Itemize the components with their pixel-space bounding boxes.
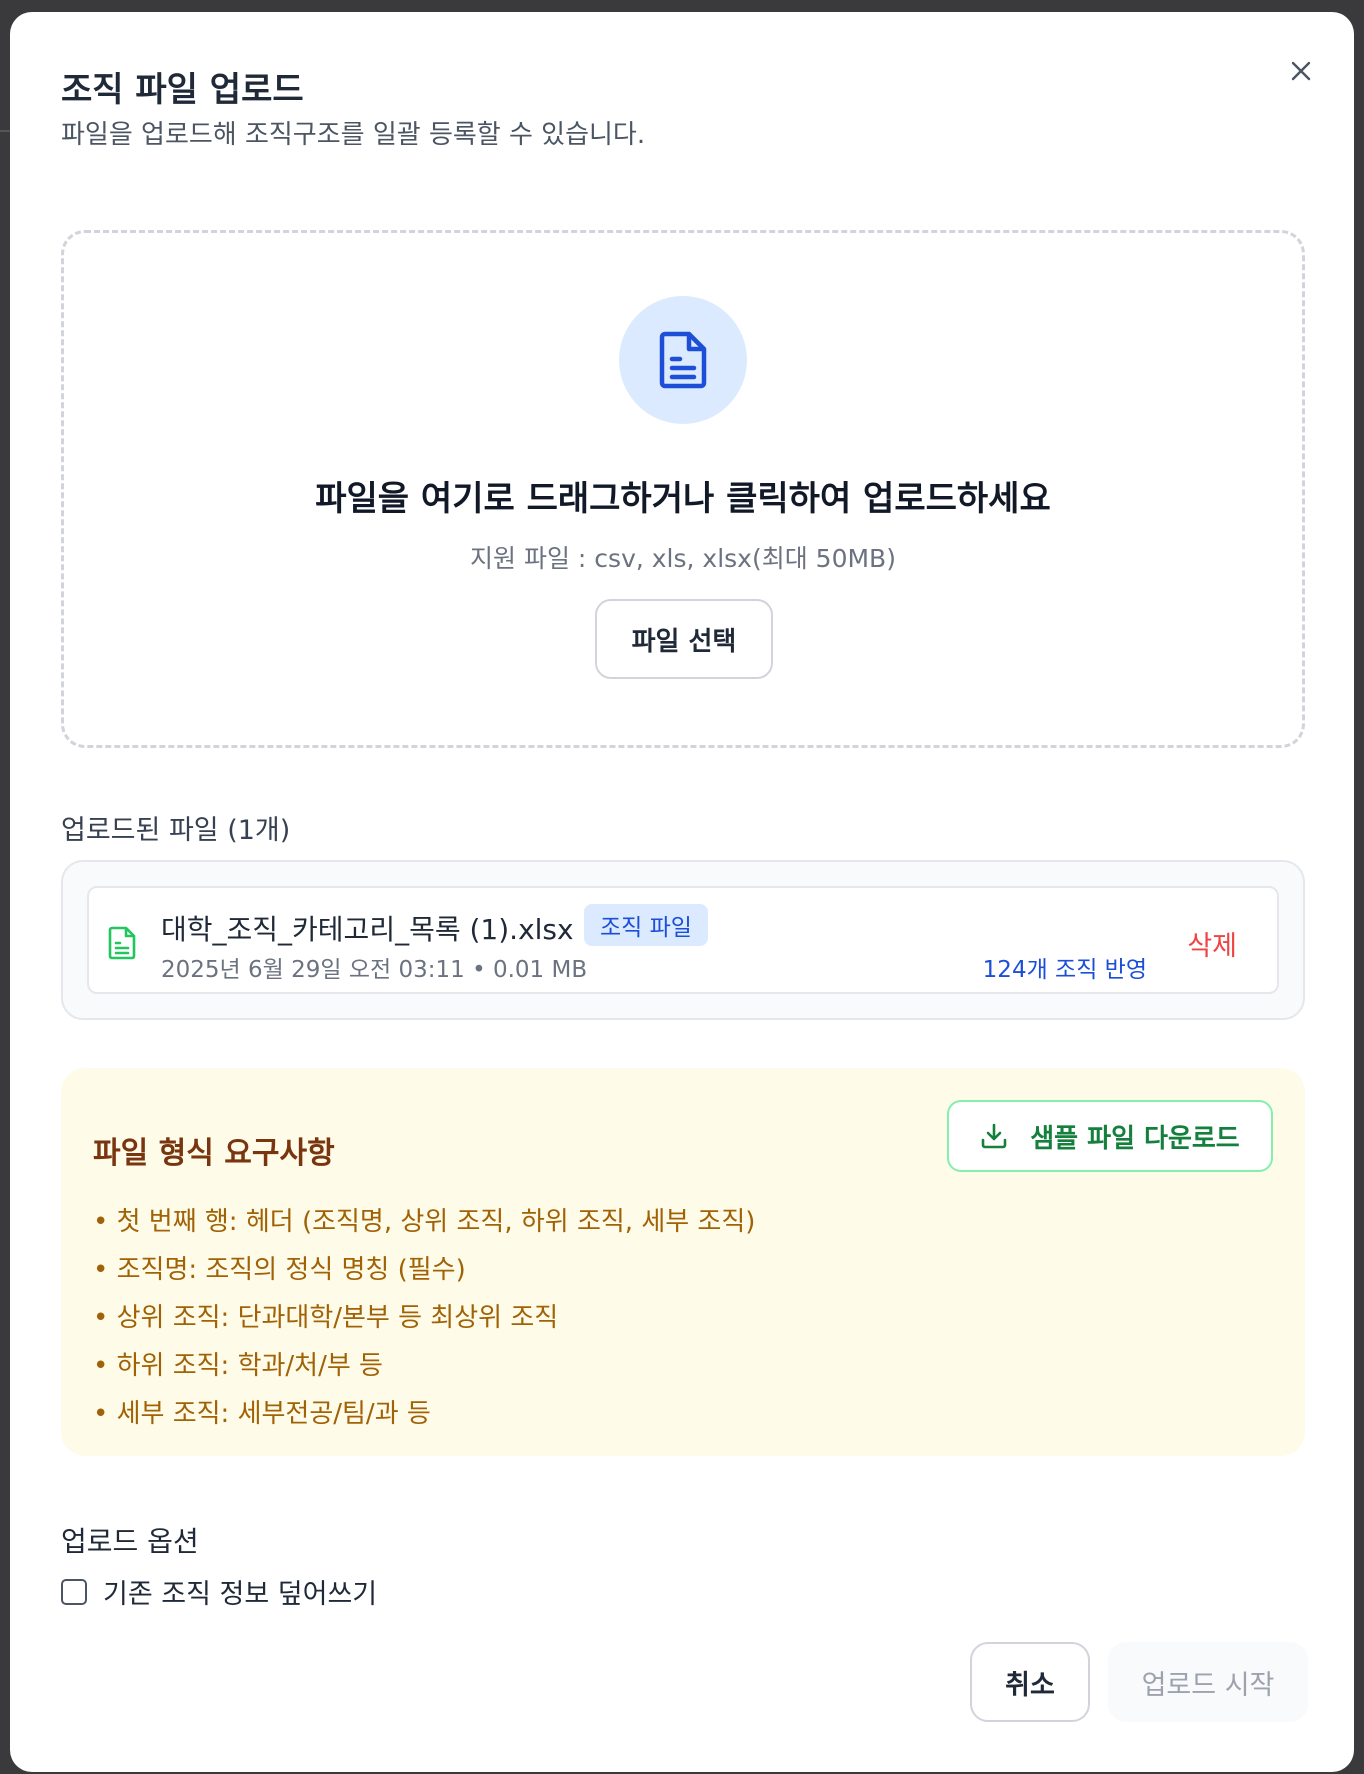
close-button[interactable] (1286, 56, 1316, 86)
delete-file-button[interactable]: 삭제 (1187, 924, 1237, 963)
requirements-title: 파일 형식 요구사항 (93, 1136, 335, 1171)
upload-options-heading: 업로드 옵션 (61, 1525, 199, 1558)
spreadsheet-file-icon (108, 926, 136, 960)
download-icon (981, 1123, 1007, 1149)
download-sample-button[interactable]: 샘플 파일 다운로드 (947, 1100, 1273, 1172)
requirement-item: • 조직명: 조직의 정식 명칭 (필수) (93, 1255, 466, 1285)
close-icon (1291, 61, 1311, 81)
requirement-item: • 상위 조직: 단과대학/본부 등 최상위 조직 (93, 1303, 559, 1333)
document-icon-badge (619, 296, 747, 424)
file-type-badge: 조직 파일 (584, 904, 708, 946)
requirement-item: • 첫 번째 행: 헤더 (조직명, 상위 조직, 하위 조직, 세부 조직) (93, 1207, 756, 1237)
cancel-button[interactable]: 취소 (970, 1642, 1090, 1722)
requirements-list: • 첫 번째 행: 헤더 (조직명, 상위 조직, 하위 조직, 세부 조직) … (93, 1198, 755, 1438)
uploaded-file-meta: 2025년 6월 29일 오전 03:11 • 0.01 MB (161, 957, 588, 983)
requirement-item: • 세부 조직: 세부전공/팀/과 등 (93, 1399, 431, 1429)
choose-file-button[interactable]: 파일 선택 (595, 599, 773, 679)
overwrite-checkbox[interactable] (61, 1578, 87, 1605)
overwrite-label[interactable]: 기존 조직 정보 덮어쓰기 (103, 1572, 377, 1611)
modal-title: 조직 파일 업로드 (61, 70, 304, 110)
upload-modal: 조직 파일 업로드 파일을 업로드해 조직구조를 일괄 등록할 수 있습니다. … (10, 12, 1354, 1772)
uploaded-file-name: 대학_조직_카테고리_목록 (1).xlsx (161, 913, 574, 946)
file-dropzone[interactable]: 파일을 여기로 드래그하거나 클릭하여 업로드하세요 지원 파일 : csv, … (61, 230, 1305, 748)
uploaded-files-panel: 대학_조직_카테고리_목록 (1).xlsx 조직 파일 2025년 6월 29… (61, 860, 1305, 1020)
backdrop (0, 130, 10, 132)
uploaded-file-result: 124개 조직 반영 (982, 957, 1147, 983)
requirement-item: • 하위 조직: 학과/처/부 등 (93, 1351, 383, 1381)
document-icon (659, 331, 707, 389)
format-requirements-box: 파일 형식 요구사항 샘플 파일 다운로드 • 첫 번째 행: 헤더 (조직명,… (61, 1068, 1305, 1456)
download-sample-label: 샘플 파일 다운로드 (1030, 1123, 1240, 1154)
overwrite-option[interactable]: 기존 조직 정보 덮어쓰기 (61, 1572, 377, 1611)
uploaded-files-heading: 업로드된 파일 (1개) (61, 815, 291, 846)
start-upload-button[interactable]: 업로드 시작 (1108, 1642, 1308, 1722)
uploaded-file-row: 대학_조직_카테고리_목록 (1).xlsx 조직 파일 2025년 6월 29… (87, 886, 1279, 994)
dropzone-hint: 지원 파일 : csv, xls, xlsx(최대 50MB) (470, 544, 896, 573)
modal-subtitle: 파일을 업로드해 조직구조를 일괄 등록할 수 있습니다. (61, 120, 646, 150)
dropzone-headline: 파일을 여기로 드래그하거나 클릭하여 업로드하세요 (315, 479, 1051, 519)
